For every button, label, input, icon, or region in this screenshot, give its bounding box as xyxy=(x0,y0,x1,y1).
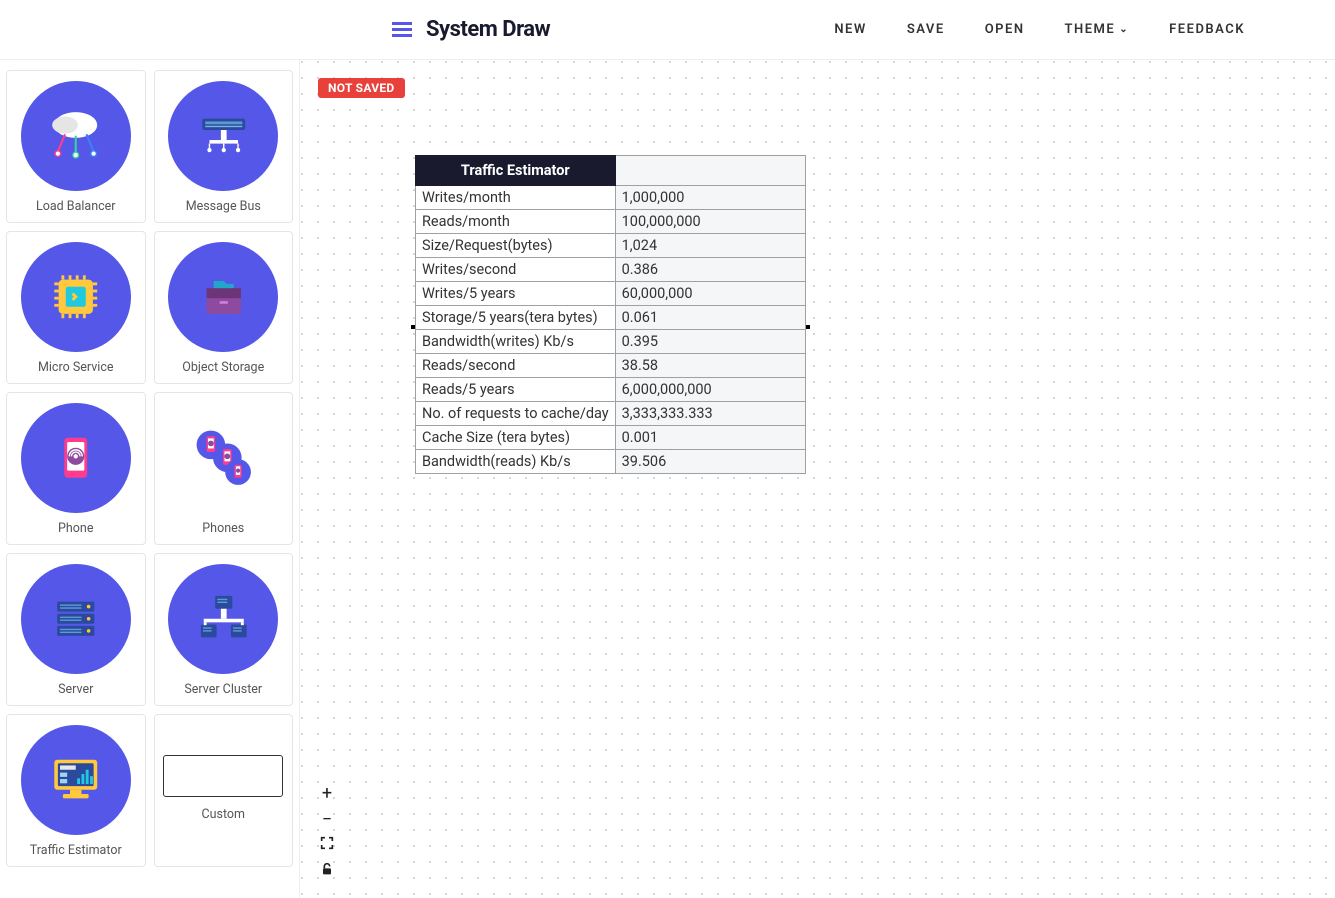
row-value: 39.506 xyxy=(615,450,805,474)
zoom-out-button[interactable]: − xyxy=(315,807,339,831)
row-value: 0.001 xyxy=(615,426,805,450)
row-label: Reads/5 years xyxy=(416,378,616,402)
component-phone[interactable]: Phone xyxy=(6,392,146,545)
row-value: 0.386 xyxy=(615,258,805,282)
component-label: Object Storage xyxy=(182,360,264,375)
row-label: No. of requests to cache/day xyxy=(416,402,616,426)
table-row[interactable]: Writes/second0.386 xyxy=(416,258,806,282)
row-value: 100,000,000 xyxy=(615,210,805,234)
traffic-estimator-icon xyxy=(21,725,131,835)
row-label: Cache Size (tera bytes) xyxy=(416,426,616,450)
table-row[interactable]: Reads/5 years6,000,000,000 xyxy=(416,378,806,402)
row-value: 3,333,333.333 xyxy=(615,402,805,426)
row-value: 60,000,000 xyxy=(615,282,805,306)
custom-box-icon xyxy=(163,755,283,797)
table-row[interactable]: No. of requests to cache/day3,333,333.33… xyxy=(416,402,806,426)
table-row[interactable]: Writes/5 years60,000,000 xyxy=(416,282,806,306)
row-value: 38.58 xyxy=(615,354,805,378)
selection-handle-right[interactable] xyxy=(806,325,810,329)
row-value: 1,024 xyxy=(615,234,805,258)
logo-icon xyxy=(390,18,414,42)
row-value: 0.061 xyxy=(615,306,805,330)
lock-icon xyxy=(319,861,335,882)
plus-icon: + xyxy=(322,783,332,804)
phones-icon xyxy=(168,403,278,513)
component-label: Micro Service xyxy=(38,360,114,375)
component-label: Phone xyxy=(58,521,93,536)
component-micro-service[interactable]: Micro Service xyxy=(6,231,146,384)
component-label: Server xyxy=(58,682,93,697)
nav-new[interactable]: NEW xyxy=(834,22,866,37)
zoom-in-button[interactable]: + xyxy=(315,781,339,805)
fit-view-button[interactable] xyxy=(315,833,339,857)
logo-section: System Draw xyxy=(390,17,550,42)
server-cluster-icon xyxy=(168,564,278,674)
server-icon xyxy=(21,564,131,674)
component-traffic-estimator[interactable]: Traffic Estimator xyxy=(6,714,146,867)
table-header-blank xyxy=(615,156,805,186)
component-phones[interactable]: Phones xyxy=(154,392,294,545)
component-load-balancer[interactable]: Load Balancer xyxy=(6,70,146,223)
row-label: Size/Request(bytes) xyxy=(416,234,616,258)
component-server-cluster[interactable]: Server Cluster xyxy=(154,553,294,706)
row-label: Bandwidth(reads) Kb/s xyxy=(416,450,616,474)
component-custom[interactable]: Custom xyxy=(154,714,294,867)
minus-icon: − xyxy=(322,809,332,830)
row-label: Writes/month xyxy=(416,186,616,210)
row-label: Writes/second xyxy=(416,258,616,282)
row-label: Writes/5 years xyxy=(416,282,616,306)
table-row[interactable]: Bandwidth(writes) Kb/s0.395 xyxy=(416,330,806,354)
lock-button[interactable] xyxy=(315,859,339,883)
nav-theme[interactable]: THEME ⌄ xyxy=(1065,22,1130,37)
row-label: Storage/5 years(tera bytes) xyxy=(416,306,616,330)
component-object-storage[interactable]: Object Storage xyxy=(154,231,294,384)
component-label: Message Bus xyxy=(186,199,261,214)
status-badge: NOT SAVED xyxy=(318,78,405,98)
row-label: Reads/second xyxy=(416,354,616,378)
table-row[interactable]: Writes/month1,000,000 xyxy=(416,186,806,210)
table-row[interactable]: Reads/second38.58 xyxy=(416,354,806,378)
phone-icon xyxy=(21,403,131,513)
fullscreen-icon xyxy=(319,835,335,856)
component-label: Load Balancer xyxy=(36,199,116,214)
row-value: 0.395 xyxy=(615,330,805,354)
row-label: Bandwidth(writes) Kb/s xyxy=(416,330,616,354)
component-label: Server Cluster xyxy=(184,682,262,697)
row-label: Reads/month xyxy=(416,210,616,234)
component-label: Traffic Estimator xyxy=(30,843,122,858)
drawing-canvas[interactable]: NOT SAVED Traffic Estimator Writes/month… xyxy=(300,60,1335,898)
nav-feedback[interactable]: FEEDBACK xyxy=(1169,22,1245,37)
message-bus-icon xyxy=(168,81,278,191)
component-label: Phones xyxy=(202,521,244,536)
traffic-estimator-node[interactable]: Traffic Estimator Writes/month1,000,000R… xyxy=(415,155,806,474)
header: System Draw NEW SAVE OPEN THEME ⌄ FEEDBA… xyxy=(0,0,1335,60)
table-row[interactable]: Reads/month100,000,000 xyxy=(416,210,806,234)
component-sidebar: Load Balancer Message Bus xyxy=(0,60,300,898)
micro-service-icon xyxy=(21,242,131,352)
table-title: Traffic Estimator xyxy=(416,156,616,186)
component-message-bus[interactable]: Message Bus xyxy=(154,70,294,223)
selection-handle-left[interactable] xyxy=(411,325,415,329)
table-row[interactable]: Cache Size (tera bytes)0.001 xyxy=(416,426,806,450)
table-row[interactable]: Storage/5 years(tera bytes)0.061 xyxy=(416,306,806,330)
chevron-down-icon: ⌄ xyxy=(1119,24,1129,35)
estimator-table: Traffic Estimator Writes/month1,000,000R… xyxy=(415,155,806,474)
zoom-controls: + − xyxy=(315,781,339,883)
load-balancer-icon xyxy=(21,81,131,191)
row-value: 6,000,000,000 xyxy=(615,378,805,402)
top-nav: NEW SAVE OPEN THEME ⌄ FEEDBACK xyxy=(834,22,1245,37)
component-label: Custom xyxy=(201,807,245,822)
nav-theme-label: THEME xyxy=(1065,22,1116,37)
object-storage-icon xyxy=(168,242,278,352)
table-row[interactable]: Size/Request(bytes)1,024 xyxy=(416,234,806,258)
nav-open[interactable]: OPEN xyxy=(985,22,1025,37)
row-value: 1,000,000 xyxy=(615,186,805,210)
table-row[interactable]: Bandwidth(reads) Kb/s39.506 xyxy=(416,450,806,474)
app-title: System Draw xyxy=(426,17,550,42)
component-server[interactable]: Server xyxy=(6,553,146,706)
nav-save[interactable]: SAVE xyxy=(907,22,945,37)
